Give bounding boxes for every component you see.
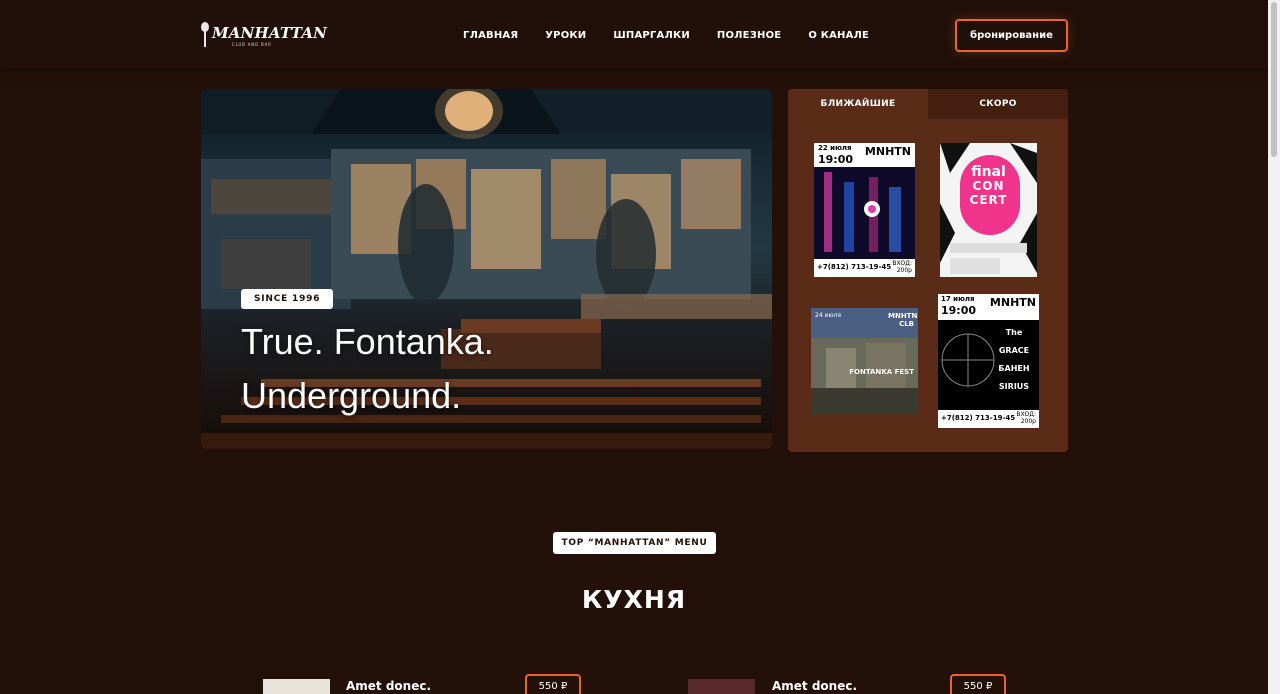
poster-acts: The GRACE БАНЕН SIRIUS [990,324,1038,396]
poster-title-line-1: final [971,164,1006,180]
poster-title-line-2: CON [972,179,1005,193]
poster-act: БАНЕН [998,364,1030,373]
dish-name: Amet donec. [346,679,432,693]
scrollbar[interactable] [1268,0,1280,694]
poster-date: 22 июля [818,144,852,152]
nav-useful[interactable]: ПОЛЕЗНОЕ [717,30,781,41]
logo-text: MANHATTAN [212,24,328,42]
price-badge[interactable]: 550 ₽ [525,674,581,694]
poster-entry: ВХОД: 200р [1016,411,1036,425]
logo-subtitle: CLUB AND BAR [232,42,272,47]
poster-brand: MNHTN [864,145,911,158]
poster-act: SIRIUS [998,382,1030,391]
dish-image[interactable] [688,679,755,694]
poster-title-line-3: CERT [969,193,1008,207]
poster-footer: +7(812) 713-19-45 ВХОД: 200р [938,410,1039,428]
poster-time: 19:00 [941,304,977,317]
hero-title: True. Fontanka. Underground. [241,315,661,423]
menu-badge: TOP “MANHATTAN” MENU [553,532,716,554]
logo[interactable]: MANHATTAN CLUB AND BAR [200,20,327,52]
hero-title-line-2: Underground. [241,375,462,416]
event-poster[interactable]: 17 июля 19:00 MNHTN The GRACE БАНЕН SIRI… [938,294,1039,428]
site-header: MANHATTAN CLUB AND BAR ГЛАВНАЯ УРОКИ ШПА… [0,0,1268,68]
event-poster[interactable]: final CON CERT [940,143,1037,277]
poster-brand: MNHTN [989,296,1036,309]
nav-about-channel[interactable]: О КАНАЛЕ [808,30,869,41]
events-panel: БЛИЖАЙШИЕ СКОРО 22 июля 19:00 MNHTN +7(8… [788,89,1068,452]
poster-date: 24 июля [815,312,841,319]
poster-title: FONTANKA FEST [849,368,914,376]
poster-artwork [814,167,915,259]
event-poster[interactable]: 22 июля 19:00 MNHTN +7(812) 713-19-45 ВХ… [814,143,915,277]
nav-lessons[interactable]: УРОКИ [545,30,586,41]
microphone-icon [201,22,209,47]
scrollbar-thumb[interactable] [1271,2,1277,157]
poster-entry: ВХОД: 200р [892,260,912,274]
nav-cheatsheets[interactable]: ШПАРГАЛКИ [613,30,690,41]
hero-banner: SINCE 1996 True. Fontanka. Underground. [201,89,772,449]
price-badge[interactable]: 550 ₽ [950,674,1006,694]
poster-time: 19:00 [818,153,854,166]
poster-title: final CON CERT [940,165,1037,207]
dish-name: Amet donec. [772,679,858,693]
poster-phone: +7(812) 713-19-45 [817,263,892,271]
tab-upcoming[interactable]: БЛИЖАЙШИЕ [788,89,928,119]
poster-header: 17 июля 19:00 MNHTN [938,294,1039,320]
event-poster[interactable]: 24 июля MNHTN CLB FONTANKA FEST [811,308,918,414]
dish-image[interactable] [263,679,330,694]
nav-home[interactable]: ГЛАВНАЯ [463,30,518,41]
events-tabs: БЛИЖАЙШИЕ СКОРО [788,89,1068,119]
booking-button[interactable]: бронирование [955,19,1068,52]
section-title: КУХНЯ [581,585,687,614]
poster-phone: +7(812) 713-19-45 [941,414,1016,422]
poster-footer: +7(812) 713-19-45 ВХОД: 200р [814,259,915,277]
main-nav: ГЛАВНАЯ УРОКИ ШПАРГАЛКИ ПОЛЕЗНОЕ О КАНАЛ… [463,30,896,41]
poster-brand: MNHTN CLB [888,312,918,328]
poster-header: 22 июля 19:00 MNHTN [814,143,915,167]
tab-soon[interactable]: СКОРО [928,89,1068,119]
since-badge: SINCE 1996 [241,289,334,309]
hero-title-line-1: True. Fontanka. [241,321,494,362]
poster-act: The GRACE [998,328,1030,355]
poster-date: 17 июля [941,295,975,303]
